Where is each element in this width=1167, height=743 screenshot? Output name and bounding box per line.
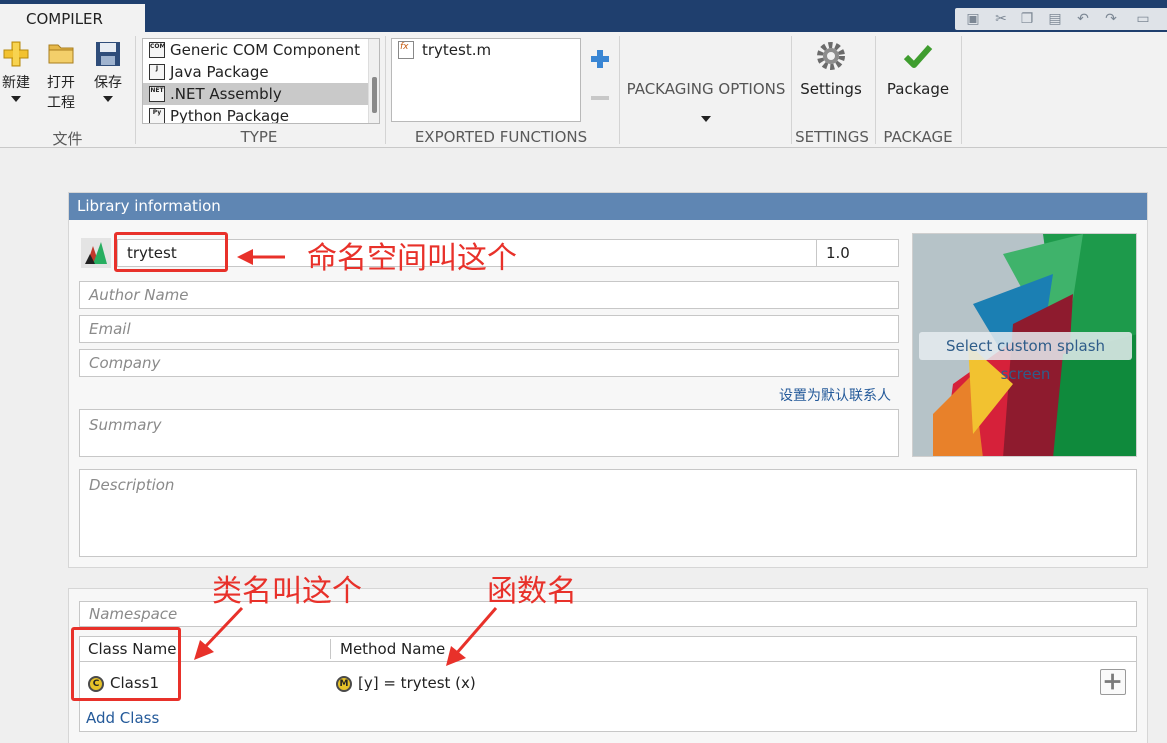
- open-label-2: 工程: [47, 95, 75, 111]
- list-item[interactable]: COM Generic COM Component: [143, 39, 379, 61]
- chevron-down-icon: [701, 116, 711, 122]
- layout-icon[interactable]: ▭: [1133, 10, 1153, 28]
- cut-icon[interactable]: ✂: [991, 10, 1011, 28]
- panel-header: Library information: [69, 193, 1147, 220]
- save-button[interactable]: 保存: [90, 40, 126, 102]
- settings-label: Settings: [800, 80, 862, 98]
- list-item[interactable]: fx trytest.m: [392, 39, 580, 61]
- paste-icon[interactable]: ▤: [1045, 10, 1065, 28]
- arrow-down-left-icon: [194, 606, 244, 660]
- type-item-label: Java Package: [170, 63, 269, 81]
- open-project-button[interactable]: 打开 工程: [42, 40, 80, 112]
- copy-icon[interactable]: ❐: [1017, 10, 1037, 28]
- folder-icon: [48, 44, 74, 64]
- add-method-button[interactable]: [1100, 669, 1126, 695]
- package-label: Package: [886, 80, 950, 98]
- scroll-thumb[interactable]: [372, 77, 377, 113]
- method-signature: [y] = trytest (x): [358, 674, 476, 692]
- arrow-left-icon: [237, 249, 285, 265]
- divider: [961, 36, 962, 144]
- list-item[interactable]: Py Python Package: [143, 105, 379, 124]
- remove-function-icon[interactable]: [591, 96, 609, 100]
- highlight-box-class: [71, 627, 181, 701]
- namespace-annotation: 命名空间叫这个: [307, 241, 517, 276]
- type-item-label: Python Package: [170, 107, 289, 124]
- company-input[interactable]: Company: [79, 349, 899, 377]
- quick-access-toolbar: ▣ ✂ ❐ ▤ ↶ ↷ ▭: [955, 8, 1167, 30]
- divider: [330, 639, 331, 659]
- chevron-down-icon: [103, 96, 113, 102]
- author-name-input[interactable]: Author Name: [79, 281, 899, 309]
- description-input[interactable]: Description: [79, 469, 1137, 557]
- title-strip: COMPILER ▣ ✂ ❐ ▤ ↶ ↷ ▭: [0, 0, 1167, 32]
- list-item-selected[interactable]: NET .NET Assembly: [143, 83, 379, 105]
- email-input[interactable]: Email: [79, 315, 899, 343]
- com-icon: COM: [149, 42, 165, 58]
- add-function-icon[interactable]: [590, 49, 610, 69]
- add-class-link[interactable]: Add Class: [86, 709, 159, 727]
- method-icon: M: [336, 675, 352, 692]
- undo-icon[interactable]: ↶: [1073, 10, 1093, 28]
- save-label: 保存: [94, 75, 122, 91]
- add-class-row: Add Class: [79, 706, 1137, 732]
- plus-icon: [3, 41, 29, 67]
- arrow-down-left-icon: [446, 607, 498, 666]
- method-cell[interactable]: M [y] = trytest (x): [336, 671, 476, 695]
- library-icon: [81, 238, 111, 268]
- group-label-settings: SETTINGS: [795, 128, 869, 146]
- open-label-1: 打开: [47, 75, 75, 91]
- group-label-type: TYPE: [240, 128, 278, 146]
- packaging-options-label: PACKAGING OPTIONS: [626, 80, 786, 98]
- scrollbar[interactable]: [368, 39, 379, 123]
- list-item[interactable]: J Java Package: [143, 61, 379, 83]
- type-item-label: Generic COM Component: [170, 41, 361, 59]
- group-label-package: PACKAGE: [883, 128, 953, 146]
- table-row[interactable]: C Class1 M [y] = trytest (x): [79, 662, 1137, 706]
- package-button[interactable]: Package: [880, 40, 956, 98]
- method-name-header: Method Name: [340, 640, 446, 658]
- chevron-down-icon: [11, 96, 21, 102]
- gear-icon: [817, 42, 845, 70]
- version-input[interactable]: 1.0: [816, 239, 899, 267]
- library-information-panel: Library information trytest 1.0 Author N…: [68, 192, 1148, 568]
- type-list[interactable]: COM Generic COM Component J Java Package…: [142, 38, 380, 124]
- redo-icon[interactable]: ↷: [1101, 10, 1121, 28]
- settings-button[interactable]: Settings: [794, 40, 868, 98]
- function-file-icon: fx: [398, 41, 414, 59]
- new-label: 新建: [2, 75, 30, 91]
- packaging-options-button[interactable]: PACKAGING OPTIONS: [620, 80, 792, 122]
- toolstrip: 新建 打开 工程 保存 文件 COM Generic COM Component…: [0, 32, 1167, 148]
- splash-screen[interactable]: Select custom splash screen: [912, 233, 1137, 457]
- floppy-icon: [96, 42, 120, 66]
- java-icon: J: [149, 64, 165, 80]
- highlight-box-name: [114, 232, 228, 272]
- function-file-label: trytest.m: [422, 41, 492, 59]
- save-icon[interactable]: ▣: [963, 10, 983, 28]
- group-label-exported-functions: EXPORTED FUNCTIONS: [414, 128, 588, 146]
- net-icon: NET: [149, 86, 165, 102]
- group-label-file: 文件: [52, 130, 83, 148]
- new-button[interactable]: 新建: [0, 40, 32, 102]
- set-default-contact-link[interactable]: 设置为默认联系人: [779, 385, 891, 405]
- tab-compiler[interactable]: COMPILER: [0, 4, 145, 32]
- summary-input[interactable]: Summary: [79, 409, 899, 457]
- type-item-label: .NET Assembly: [170, 85, 282, 103]
- select-splash-screen-button[interactable]: Select custom splash screen: [919, 332, 1132, 383]
- exported-functions-list[interactable]: fx trytest.m: [391, 38, 581, 122]
- checkmark-icon: [903, 45, 933, 68]
- python-icon: Py: [149, 108, 165, 123]
